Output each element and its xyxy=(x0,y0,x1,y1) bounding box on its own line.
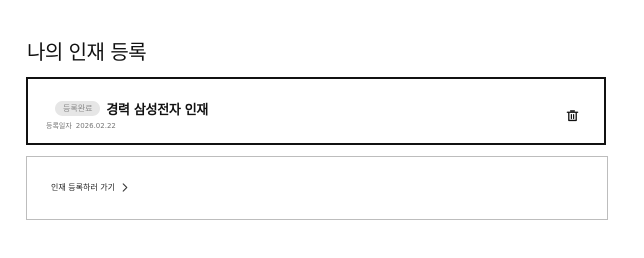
register-talent-link[interactable]: 인재 등록하러 가기 xyxy=(51,182,128,193)
register-talent-label: 인재 등록하러 가기 xyxy=(51,183,115,192)
talent-card: 등록완료 경력 삼성전자 인재 등록일자 2026.02.22 xyxy=(26,77,606,145)
registration-date-value: 2026.02.22 xyxy=(75,122,116,130)
page-title: 나의 인재 등록 xyxy=(27,40,147,64)
registration-date: 등록일자 2026.02.22 xyxy=(46,121,116,131)
card-header: 등록완료 경력 삼성전자 인재 xyxy=(55,99,208,118)
card-title[interactable]: 경력 삼성전자 인재 xyxy=(106,99,208,118)
trash-icon xyxy=(566,109,579,122)
delete-button[interactable] xyxy=(564,107,580,123)
register-card: 인재 등록하러 가기 xyxy=(26,156,608,220)
registration-date-label: 등록일자 xyxy=(46,122,72,130)
status-badge: 등록완료 xyxy=(55,101,101,116)
chevron-right-icon xyxy=(122,183,128,192)
